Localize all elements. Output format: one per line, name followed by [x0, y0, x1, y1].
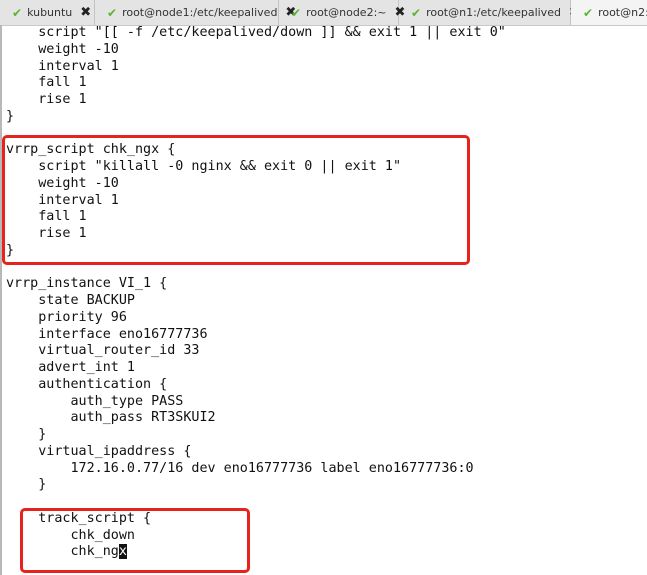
- terminal-line: virtual_router_id 33: [6, 343, 200, 359]
- terminal-line: interface eno16777736: [6, 326, 208, 342]
- tab-label: root@n2:/: [598, 6, 647, 19]
- tab-label: kubuntu: [27, 6, 73, 19]
- check-icon: ✔: [583, 5, 594, 20]
- terminal-line: advert_int 1: [6, 360, 135, 375]
- terminal-line: interval 1: [6, 58, 119, 74]
- tab-node2[interactable]: ✔ root@node2:~ ✖: [279, 0, 405, 25]
- tab-n1[interactable]: ✔ root@n1:/etc/keepalived ✖: [399, 0, 580, 25]
- check-icon: ✔: [12, 5, 23, 20]
- terminal-line: }: [6, 477, 47, 493]
- check-icon: ✔: [291, 5, 302, 20]
- terminal-line: auth_pass RT3SKUI2: [6, 410, 216, 426]
- terminal-line: }: [6, 108, 15, 124]
- terminal-line: authentication {: [6, 376, 168, 392]
- terminal[interactable]: script "[[ -f /etc/keepalived/down ]] &&…: [0, 25, 647, 575]
- terminal-line: }: [6, 427, 47, 442]
- highlight-box-vrrp-script: [2, 135, 470, 265]
- tab-n2[interactable]: ✔ root@n2:/: [571, 0, 647, 25]
- check-icon: ✔: [411, 5, 422, 20]
- tab-label: root@n1:/etc/keepalived: [426, 6, 561, 19]
- terminal-line: vrrp_instance VI_1 {: [6, 276, 168, 292]
- terminal-line: fall 1: [6, 75, 87, 91]
- terminal-line: virtual_ipaddress {: [6, 443, 192, 459]
- tab-label: root@node2:~: [306, 6, 387, 19]
- tab-bar: ✔ kubuntu ✖ ✔ root@node1:/etc/keepalived…: [0, 0, 647, 26]
- terminal-line: 172.16.0.77/16 dev eno16777736 label eno…: [6, 460, 474, 476]
- terminal-line: auth_type PASS: [6, 393, 184, 409]
- terminal-line: weight -10: [6, 41, 119, 57]
- terminal-line: state BACKUP: [6, 293, 135, 308]
- highlight-box-track-script: [20, 508, 250, 573]
- tab-label: root@node1:/etc/keepalived: [122, 6, 278, 19]
- terminal-line: script "[[ -f /etc/keepalived/down ]] &&…: [6, 25, 506, 40]
- terminal-line: rise 1: [6, 92, 87, 107]
- terminal-line: priority 96: [6, 309, 127, 325]
- tab-kubuntu[interactable]: ✔ kubuntu ✖: [0, 0, 95, 25]
- close-icon[interactable]: ✖: [80, 5, 91, 20]
- check-icon: ✔: [107, 5, 118, 20]
- terminal-output: script "[[ -f /etc/keepalived/down ]] &&…: [6, 25, 506, 561]
- tab-node1[interactable]: ✔ root@node1:/etc/keepalived ✖: [95, 0, 296, 25]
